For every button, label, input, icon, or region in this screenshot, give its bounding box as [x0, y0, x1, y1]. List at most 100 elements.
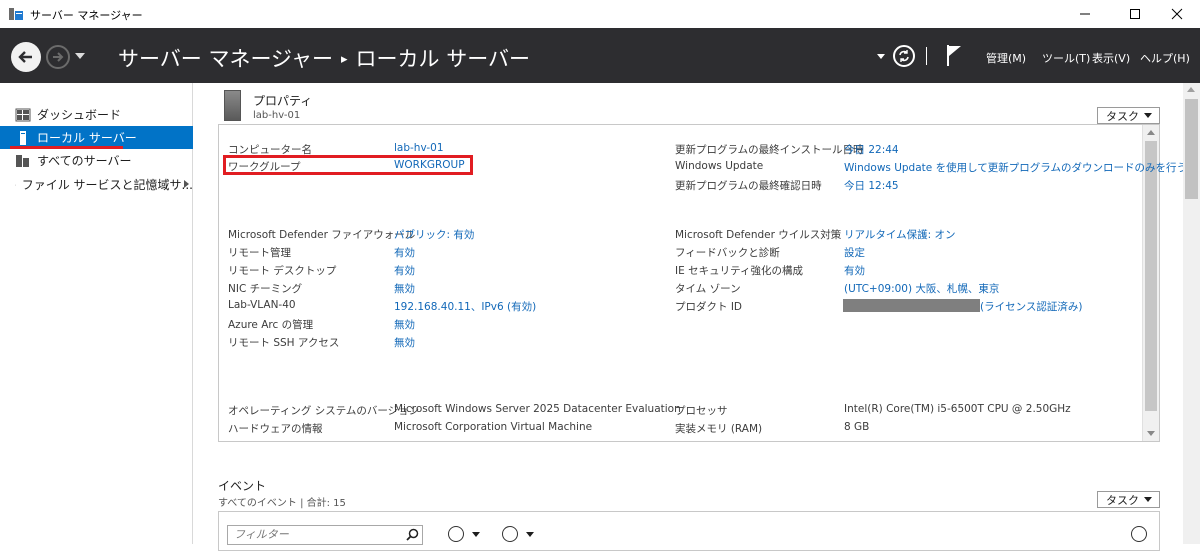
chevron-down-icon[interactable] — [472, 532, 480, 537]
back-button[interactable] — [11, 42, 41, 72]
scroll-up-icon[interactable] — [1147, 130, 1155, 135]
prop-label-last-install: 更新プログラムの最終インストール日時 — [675, 142, 863, 157]
sidebar-item-file-services[interactable]: ファイル サービスと記憶域サ... — [0, 173, 193, 196]
prop-value-feedback[interactable]: 設定 — [844, 245, 865, 260]
prop-value-network-adapter[interactable]: 192.168.40.11、IPv6 (有効) — [394, 299, 536, 314]
prop-label-product-id: プロダクト ID — [675, 299, 742, 314]
prop-value-remote-management[interactable]: 有効 — [394, 245, 415, 260]
prop-value-last-install[interactable]: 今日 22:44 — [844, 142, 899, 157]
prop-label-remote-ssh: リモート SSH アクセス — [228, 335, 339, 350]
scroll-up-icon[interactable] — [1187, 87, 1195, 92]
sidebar-item-label: ファイル サービスと記憶域サ... — [22, 176, 193, 193]
prop-value-ram: 8 GB — [844, 421, 869, 433]
menu-tools[interactable]: ツール(T) — [1042, 50, 1090, 66]
chevron-down-icon[interactable] — [526, 532, 534, 537]
prop-value-ie-esc[interactable]: 有効 — [844, 263, 865, 278]
server-manager-app-icon — [8, 7, 24, 21]
prop-value-defender-av[interactable]: リアルタイム保護: オン — [844, 227, 956, 242]
breadcrumb-current: ローカル サーバー — [356, 47, 530, 71]
properties-title: プロパティ — [253, 92, 312, 109]
prop-label-time-zone: タイム ゾーン — [675, 281, 741, 296]
prop-value-firewall[interactable]: パブリック: 有効 — [394, 227, 474, 242]
prop-value-azure-arc[interactable]: 無効 — [394, 317, 415, 332]
workgroup-highlight-box — [223, 155, 473, 175]
prop-label-defender-av: Microsoft Defender ウイルス対策 — [675, 227, 841, 242]
menu-manage[interactable]: 管理(M) — [986, 50, 1026, 66]
header-divider — [926, 47, 927, 65]
maximize-button[interactable] — [1112, 0, 1158, 28]
close-button[interactable] — [1154, 0, 1200, 28]
redacted-product-id — [843, 299, 980, 312]
prop-label-ram: 実装メモリ (RAM) — [675, 421, 762, 436]
events-subtitle: すべてのイベント | 合計: 15 — [218, 494, 346, 509]
prop-label-last-check: 更新プログラムの最終確認日時 — [675, 178, 822, 193]
sidebar-item-label: ダッシュボード — [37, 106, 121, 123]
back-arrow-icon — [17, 48, 35, 66]
prop-label-processor: プロセッサ — [675, 403, 728, 418]
expand-icon[interactable] — [1131, 526, 1147, 542]
sidebar: ダッシュボード ローカル サーバー すべてのサーバー ファイル サービスと記憶域… — [0, 83, 193, 544]
prop-label-remote-desktop: リモート デスクトップ — [228, 263, 336, 278]
sidebar-item-dashboard[interactable]: ダッシュボード — [0, 103, 193, 126]
all-servers-icon — [15, 153, 31, 169]
task-label: タスク — [1106, 492, 1139, 508]
task-label: タスク — [1106, 108, 1139, 124]
header-bar: サーバー マネージャー ▸ ローカル サーバー 管理(M) ツール(T) 表示(V)… — [0, 28, 1200, 83]
breadcrumb: サーバー マネージャー ▸ ローカル サーバー — [118, 43, 530, 73]
events-title: イベント — [218, 477, 266, 494]
local-server-icon — [15, 130, 31, 146]
prop-label-azure-arc: Azure Arc の管理 — [228, 317, 313, 332]
maximize-icon — [1129, 8, 1141, 20]
menu-view[interactable]: 表示(V) — [1092, 50, 1130, 66]
breadcrumb-root[interactable]: サーバー マネージャー — [118, 47, 333, 71]
prop-value-processor: Intel(R) Core(TM) i5-6500T CPU @ 2.50GHz — [844, 403, 1071, 415]
minimize-icon — [1079, 8, 1091, 20]
dashboard-icon — [15, 107, 31, 123]
properties-task-button[interactable]: タスク — [1097, 107, 1160, 124]
header-dropdown-icon[interactable] — [877, 54, 885, 59]
filter-input[interactable] — [227, 525, 423, 545]
notifications-flag-icon[interactable] — [945, 43, 963, 67]
prop-value-time-zone[interactable]: (UTC+09:00) 大阪、札幌、東京 — [844, 281, 999, 296]
events-task-button[interactable]: タスク — [1097, 491, 1160, 508]
prop-label-windows-update: Windows Update — [675, 160, 763, 172]
prop-label-hardware: ハードウェアの情報 — [228, 421, 323, 436]
prop-label-nic-teaming: NIC チーミング — [228, 281, 302, 296]
window-title: サーバー マネージャー — [30, 7, 143, 23]
prop-label-os-version: オペレーティング システムのバージョン — [228, 403, 419, 418]
minimize-button[interactable] — [1062, 0, 1108, 28]
scrollbar-thumb[interactable] — [1185, 99, 1198, 199]
prop-value-os-version: Microsoft Windows Server 2025 Datacenter… — [394, 403, 681, 415]
history-dropdown-icon[interactable] — [75, 53, 85, 59]
sidebar-item-label: すべてのサーバー — [37, 152, 132, 169]
forward-arrow-icon — [51, 50, 65, 64]
sidebar-item-label: ローカル サーバー — [37, 129, 137, 146]
prop-value-last-check[interactable]: 今日 12:45 — [844, 178, 899, 193]
prop-value-remote-desktop[interactable]: 有効 — [394, 263, 415, 278]
prop-value-remote-ssh[interactable]: 無効 — [394, 335, 415, 350]
prop-label-ie-esc: IE セキュリティ強化の構成 — [675, 263, 803, 278]
prop-value-computer-name[interactable]: lab-hv-01 — [394, 142, 444, 154]
chevron-down-icon — [1144, 497, 1152, 502]
scrollbar-thumb[interactable] — [1145, 141, 1157, 411]
menu-help[interactable]: ヘルプ(H) — [1140, 50, 1190, 66]
chevron-down-icon — [1144, 113, 1152, 118]
prop-value-hardware: Microsoft Corporation Virtual Machine — [394, 421, 592, 433]
breadcrumb-separator: ▸ — [341, 52, 348, 67]
scroll-down-icon[interactable] — [1147, 431, 1155, 436]
prop-value-windows-update[interactable]: Windows Update を使用して更新プログラムのダウンロードのみを行う — [844, 160, 1187, 175]
refresh-icon[interactable] — [893, 45, 915, 67]
window-title-bar: サーバー マネージャー — [0, 0, 1200, 28]
search-icon[interactable] — [406, 528, 419, 541]
chevron-right-icon[interactable] — [184, 180, 189, 188]
server-icon — [224, 90, 241, 121]
save-query-icon[interactable] — [502, 526, 518, 542]
prop-label-network-adapter: Lab-VLAN-40 — [228, 299, 296, 311]
list-options-icon[interactable] — [448, 526, 464, 542]
prop-value-product-id[interactable]: (ライセンス認証済み) — [980, 299, 1082, 314]
sidebar-item-all-servers[interactable]: すべてのサーバー — [0, 149, 193, 172]
prop-value-nic-teaming[interactable]: 無効 — [394, 281, 415, 296]
page-scrollbar[interactable] — [1183, 83, 1200, 544]
close-icon — [1171, 8, 1183, 20]
forward-button[interactable] — [46, 45, 70, 69]
